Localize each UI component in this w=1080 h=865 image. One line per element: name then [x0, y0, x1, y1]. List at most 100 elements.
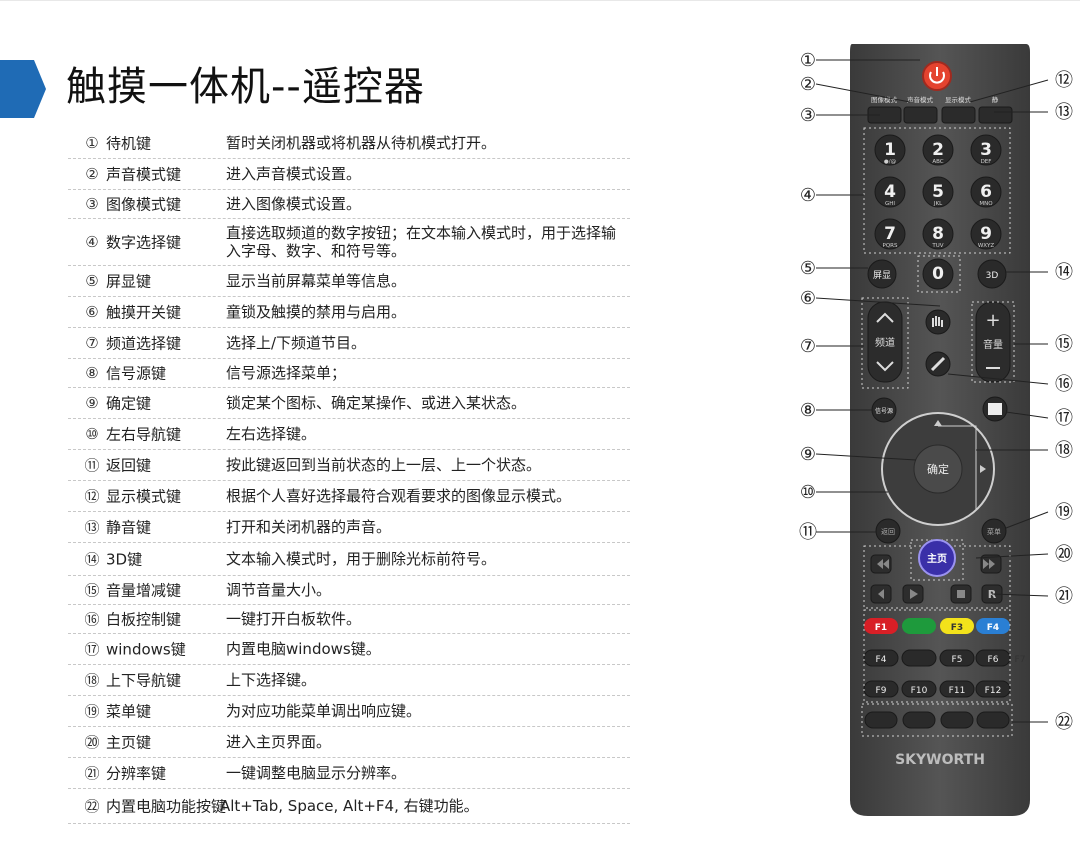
pc-function-key	[940, 711, 974, 729]
key-name: 数字选择键	[106, 233, 182, 252]
f-key-label: F10	[911, 686, 928, 696]
mode-button-label: 显示模式	[945, 95, 972, 104]
key-name: 显示模式键	[106, 487, 182, 506]
key-number: ⑥	[85, 303, 99, 321]
mode-button-label: 声音模式	[907, 95, 934, 104]
key-row: ⑲ 菜单键 为对应功能菜单调出响应键。	[68, 696, 630, 727]
callout-label: ③	[800, 105, 816, 126]
digit-letters: DEF	[981, 159, 992, 165]
key-number: ①	[85, 134, 99, 152]
key-name: windows键	[106, 640, 186, 659]
mode-button	[903, 106, 938, 124]
key-row: ⑮ 音量增减键 调节音量大小。	[68, 576, 630, 605]
callout-label: ⑮	[1055, 334, 1073, 355]
key-description: 根据个人喜好选择最符合观看要求的图像显示模式。	[226, 487, 572, 505]
key-name: 图像模式键	[106, 195, 182, 214]
channel-label: 频道	[875, 336, 895, 349]
key-description: 按此键返回到当前状态的上一层、上一个状态。	[226, 456, 542, 474]
digit-number: 4	[884, 182, 896, 202]
key-row: ⑰ windows键 内置电脑windows键。	[68, 634, 630, 665]
label-3d: 3D	[986, 271, 999, 281]
key-row: ⑩ 左右导航键 左右选择键。	[68, 419, 630, 450]
plus-icon: +	[985, 310, 1000, 331]
key-name: 触摸开关键	[106, 303, 182, 322]
f-key-extra-label: F7	[1015, 655, 1026, 665]
digit-number: 6	[980, 182, 992, 202]
key-name: 3D键	[106, 550, 143, 569]
key-number: ⑨	[85, 394, 99, 412]
key-table: ① 待机键 暂时关闭机器或将机器从待机模式打开。 ② 声音模式键 进入声音模式设置。 ③ 图像…	[68, 128, 630, 824]
key-name: 确定键	[106, 394, 152, 413]
title-marker-arrow	[0, 60, 46, 118]
volume-label: 音量	[983, 338, 1003, 351]
digit-letters: MNO	[979, 201, 993, 207]
f-key	[901, 649, 937, 667]
key-description: 文本输入模式时，用于删除光标前符号。	[226, 550, 497, 568]
key-row: ⑯ 白板控制键 一键打开白板软件。	[68, 605, 630, 634]
callout-label: ⑬	[1055, 102, 1073, 123]
key-description: 一键打开白板软件。	[226, 610, 362, 628]
digit-letters: GHI	[885, 201, 895, 207]
key-number: ⑬	[84, 518, 100, 537]
key-number: ⑱	[84, 671, 100, 690]
key-number: ⑧	[85, 364, 99, 382]
f-key-label: F5	[952, 655, 963, 665]
callout-label: ①	[800, 50, 816, 71]
key-number: ⑪	[84, 456, 100, 475]
ok-label: 确定	[927, 462, 949, 476]
digit-number: 0	[932, 264, 944, 284]
key-row: ⑳ 主页键 进入主页界面。	[68, 727, 630, 758]
key-row: ㉒内置电脑功能按键 Alt+Tab, Space, Alt+F4, 右键功能。	[68, 789, 630, 824]
digit-number: 7	[884, 224, 896, 244]
key-row: ⑭ 3D键 文本输入模式时，用于删除光标前符号。	[68, 543, 630, 576]
key-description: 为对应功能菜单调出响应键。	[226, 702, 422, 720]
key-description: 左右选择键。	[226, 425, 317, 443]
key-name: 主页键	[106, 733, 152, 752]
f-key-label: F12	[985, 686, 1002, 696]
key-row: ⑫ 显示模式键 根据个人喜好选择最符合观看要求的图像显示模式。	[68, 481, 630, 512]
callout-label: ㉑	[1055, 586, 1073, 607]
key-row: ⑪ 返回键 按此键返回到当前状态的上一层、上一个状态。	[68, 450, 630, 481]
f-key-label: F4	[876, 655, 887, 665]
key-description: 调节音量大小。	[226, 581, 332, 599]
key-row: ⑥ 触摸开关键 童锁及触摸的禁用与启用。	[68, 297, 630, 328]
key-name: 信号源键	[106, 364, 167, 383]
callout-label: ⑩	[800, 482, 816, 503]
key-number: ㉒	[84, 797, 100, 816]
callout-label: ⑥	[800, 288, 816, 309]
mode-button-label: 图像模式	[871, 95, 898, 104]
source-label: 信号源	[875, 407, 893, 415]
key-name: 内置电脑功能按键	[106, 797, 227, 816]
key-number: ⑳	[84, 733, 100, 752]
callout-label: ⑲	[1055, 502, 1073, 523]
key-description: 上下选择键。	[226, 671, 317, 689]
digit-letters: ABC	[932, 159, 943, 165]
digit-number: 3	[980, 140, 992, 160]
f-key-label: F9	[876, 686, 887, 696]
digit-letters: PQRS	[883, 243, 898, 249]
key-number: ⑦	[85, 334, 99, 352]
key-name: 音量增减键	[106, 581, 182, 600]
key-description: 选择上/下频道节目。	[226, 334, 367, 352]
mode-button	[978, 106, 1013, 124]
key-row: ③ 图像模式键 进入图像模式设置。	[68, 190, 630, 219]
callout-label: ⑰	[1055, 408, 1073, 429]
f-key-label: F11	[949, 686, 966, 696]
digit-letters: JKL	[933, 201, 943, 207]
key-description: 信号源选择菜单；	[226, 364, 347, 382]
mode-button	[941, 106, 976, 124]
key-number: ⑯	[84, 610, 100, 629]
back-label: 返回	[881, 528, 895, 536]
key-description: 童锁及触摸的禁用与启用。	[226, 303, 407, 321]
callout-label: ⑨	[800, 444, 816, 465]
key-description: 直接选取频道的数字按钮；在文本输入模式时，用于选择输入字母、数字、和符号等。	[226, 224, 617, 260]
callout-label: ⑦	[800, 336, 816, 357]
pc-function-key	[864, 711, 898, 729]
digit-number: 1	[884, 140, 896, 160]
key-description: Alt+Tab, Space, Alt+F4, 右键功能。	[220, 797, 479, 815]
key-name: 静音键	[106, 518, 152, 537]
key-number: ③	[85, 195, 99, 213]
key-row: ① 待机键 暂时关闭机器或将机器从待机模式打开。	[68, 128, 630, 159]
mode-button-label: 静	[992, 95, 999, 104]
key-number: ⑮	[84, 581, 100, 600]
